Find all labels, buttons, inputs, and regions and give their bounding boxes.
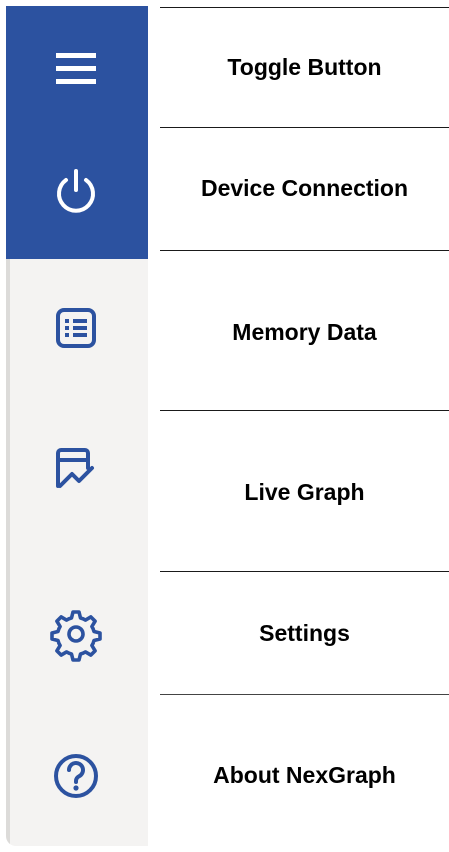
divider	[160, 127, 449, 128]
gear-icon[interactable]	[44, 602, 108, 666]
live-graph-label: Live Graph	[244, 479, 365, 505]
divider	[160, 571, 449, 572]
hamburger-menu-icon[interactable]	[44, 36, 108, 100]
settings-label: Settings	[259, 620, 350, 646]
device-connection-label: Device Connection	[200, 175, 409, 201]
help-icon[interactable]	[44, 744, 108, 808]
memory-data-label: Memory Data	[232, 319, 377, 345]
navigation-sidebar	[6, 6, 148, 846]
about-nexgraph-label: About NexGraph	[213, 762, 396, 788]
divider	[160, 410, 449, 411]
line-chart-icon[interactable]	[44, 436, 108, 500]
sidebar-edge	[6, 259, 10, 846]
list-document-icon[interactable]	[44, 296, 108, 360]
divider	[160, 694, 449, 695]
divider	[160, 7, 449, 8]
divider	[160, 250, 449, 251]
power-icon[interactable]	[44, 158, 108, 222]
toggle-button-label: Toggle Button	[227, 54, 382, 80]
